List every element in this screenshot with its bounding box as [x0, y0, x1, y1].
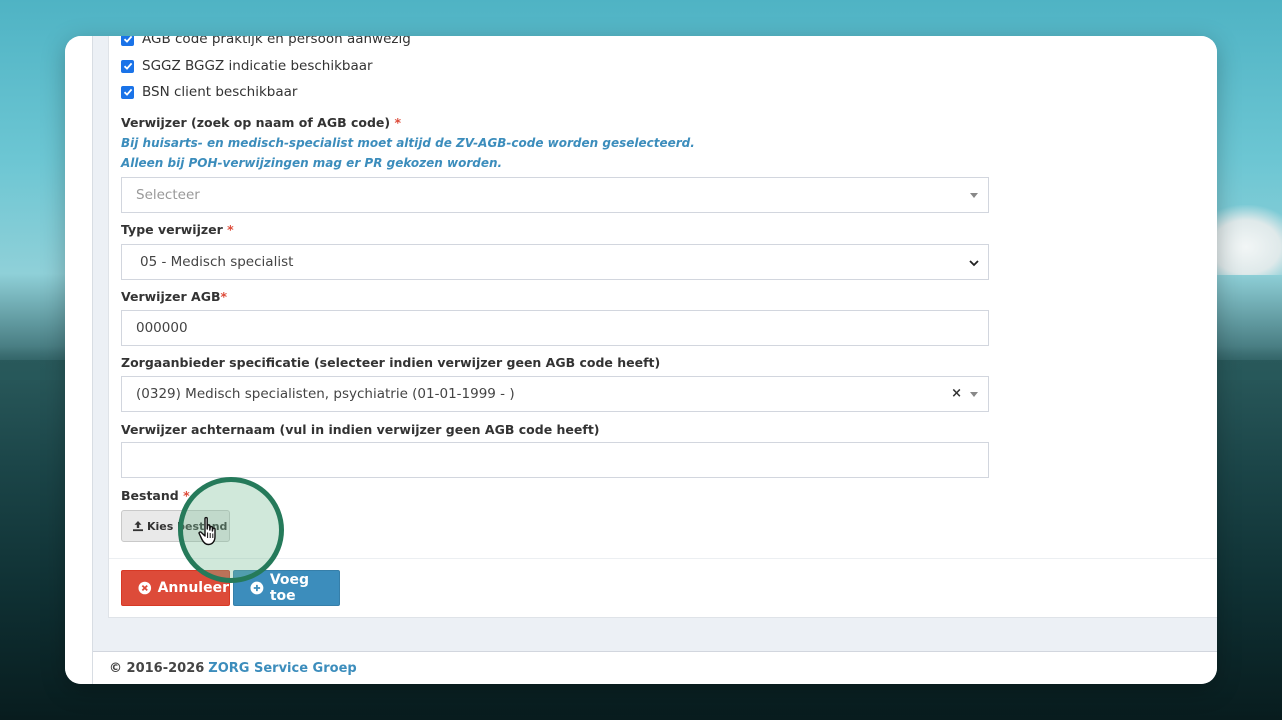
- checkbox-checked-icon[interactable]: [121, 85, 134, 99]
- zorgaanbieder-value: (0329) Medisch specialisten, psychiatrie…: [136, 386, 515, 402]
- bestand-label: Bestand *: [121, 488, 190, 503]
- caret-down-icon: [970, 193, 978, 198]
- page-footer: © 2016-2026 ZORG Service Groep: [93, 651, 1217, 684]
- check-sggz-bggz[interactable]: SGGZ BGGZ indicatie beschikbaar: [121, 57, 373, 75]
- verwijzer-placeholder: Selecteer: [136, 187, 200, 203]
- verwijzer-label: Verwijzer (zoek op naam of AGB code) *: [121, 115, 402, 130]
- plus-circle-icon: [250, 581, 264, 595]
- app-window: AGB code praktijk en persoon aanwezig SG…: [65, 36, 1217, 684]
- checkbox-checked-icon[interactable]: [121, 36, 134, 46]
- type-verwijzer-select[interactable]: 05 - Medisch specialist: [121, 244, 989, 280]
- copyright-text: © 2016-2026: [109, 660, 205, 676]
- achternaam-input[interactable]: [121, 442, 989, 478]
- verwijzer-select[interactable]: Selecteer: [121, 177, 989, 213]
- check-label: SGGZ BGGZ indicatie beschikbaar: [142, 58, 373, 74]
- verwijzer-hint-2: Alleen bij POH-verwijzingen mag er PR ge…: [121, 156, 503, 170]
- company-link[interactable]: ZORG Service Groep: [208, 661, 356, 676]
- checkbox-checked-icon[interactable]: [121, 59, 134, 73]
- check-label: BSN client beschikbaar: [142, 84, 298, 100]
- verwijzer-hint-1: Bij huisarts- en medisch-specialist moet…: [121, 136, 695, 150]
- times-circle-icon: [138, 581, 152, 595]
- chevron-down-icon: [969, 260, 979, 267]
- required-marker: *: [220, 289, 228, 304]
- zorgaanbieder-select[interactable]: (0329) Medisch specialisten, psychiatrie…: [121, 376, 989, 412]
- check-agb-praktijk[interactable]: AGB code praktijk en persoon aanwezig: [121, 36, 411, 48]
- hand-pointer-icon: [198, 516, 216, 546]
- cancel-label: Annuleer: [157, 580, 229, 596]
- caret-down-icon: [970, 392, 978, 397]
- required-marker: *: [394, 115, 402, 130]
- verwijzer-agb-label: Verwijzer AGB*: [121, 289, 228, 304]
- check-bsn-client[interactable]: BSN client beschikbaar: [121, 83, 297, 101]
- type-verwijzer-value: 05 - Medisch specialist: [140, 254, 294, 270]
- click-highlight-ring: [178, 477, 284, 583]
- add-label: Voeg toe: [269, 572, 310, 604]
- zorgaanbieder-label: Zorgaanbieder specificatie (selecteer in…: [121, 355, 661, 370]
- upload-icon: [133, 521, 143, 532]
- verwijzer-agb-input[interactable]: 000000: [121, 310, 989, 346]
- check-label: AGB code praktijk en persoon aanwezig: [142, 36, 411, 47]
- verwijzer-agb-value: 000000: [136, 320, 188, 336]
- sidebar-rail: [65, 36, 93, 684]
- required-marker: *: [227, 222, 234, 237]
- clear-selection-icon[interactable]: ×: [951, 386, 962, 401]
- achternaam-label: Verwijzer achternaam (vul in indien verw…: [121, 422, 600, 437]
- type-verwijzer-label: Type verwijzer *: [121, 222, 234, 237]
